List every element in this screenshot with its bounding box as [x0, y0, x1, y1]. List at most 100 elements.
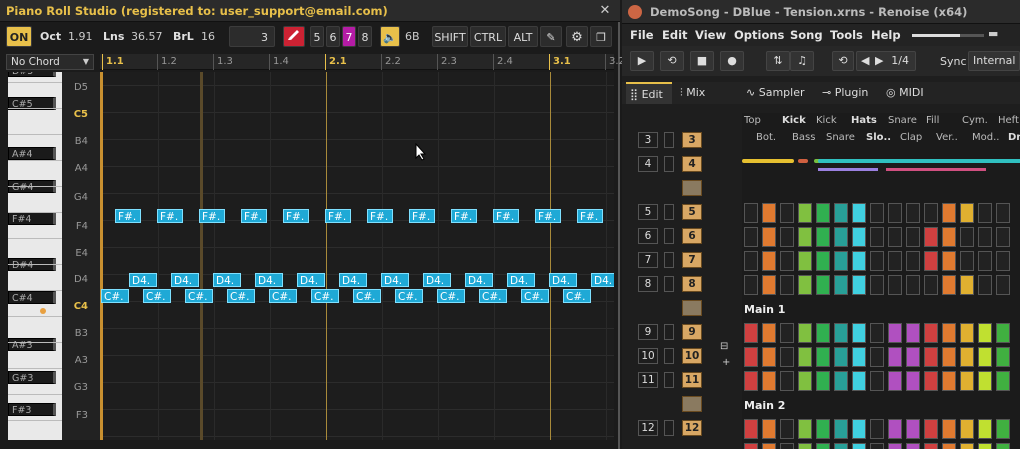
pattern-follow-icon[interactable]: ♫ [790, 51, 814, 71]
pattern-cell[interactable] [960, 275, 974, 295]
piano-keyboard[interactable]: D#5 C#5 A#4 G#4 F#4 D#4 C#4 A#3 G#3 F#3 [8, 72, 62, 440]
pattern-cell[interactable] [978, 347, 992, 367]
pattern-cell[interactable] [942, 203, 956, 223]
pattern-cell[interactable] [870, 347, 884, 367]
pattern-cell[interactable] [762, 227, 776, 247]
note-fsharp4[interactable]: F#. [241, 209, 267, 223]
pattern-mute-box[interactable] [664, 228, 674, 244]
note-csharp4[interactable]: C#. [395, 289, 423, 303]
timeline-ruler[interactable]: 1.11.21.31.42.12.22.32.43.13.23 [100, 54, 650, 70]
pattern-cell[interactable] [798, 371, 812, 391]
brl-value[interactable]: 16 [201, 26, 215, 47]
pattern-cell[interactable] [816, 347, 830, 367]
pattern-cell[interactable] [960, 227, 974, 247]
pattern-pill[interactable] [682, 180, 702, 196]
pattern-cell[interactable] [744, 275, 758, 295]
pattern-cell[interactable] [762, 347, 776, 367]
pattern-cell[interactable] [960, 323, 974, 343]
piano-roll-title-bar[interactable]: Piano Roll Studio (registered to: user_s… [0, 0, 620, 22]
pattern-cell[interactable] [960, 347, 974, 367]
ruler-tick[interactable]: 2.3 [437, 54, 457, 70]
pattern-mute-box[interactable] [664, 252, 674, 268]
tag-icon[interactable]: ✎ [540, 26, 562, 47]
pattern-number[interactable]: 8 [638, 276, 658, 292]
pattern-cell[interactable] [942, 347, 956, 367]
pattern-cell[interactable] [834, 275, 848, 295]
pattern-cell[interactable] [834, 323, 848, 343]
pattern-cell[interactable] [924, 227, 938, 247]
step-field[interactable]: 3 [229, 26, 275, 47]
note-fsharp4[interactable]: F#. [409, 209, 435, 223]
pattern-cell[interactable] [960, 251, 974, 271]
pattern-cell[interactable] [780, 443, 794, 449]
pattern-mute-box[interactable] [664, 156, 674, 172]
ruler-tick[interactable]: 3.1 [549, 54, 571, 70]
note-csharp4[interactable]: C#. [101, 289, 129, 303]
pattern-cell[interactable] [960, 419, 974, 439]
track-header[interactable]: Bass [792, 132, 815, 143]
pattern-mute-box[interactable] [664, 348, 674, 364]
note-fsharp4[interactable]: F#. [535, 209, 561, 223]
pattern-cell[interactable] [816, 203, 830, 223]
note-fsharp4[interactable]: F#. [577, 209, 603, 223]
pattern-mute-box[interactable] [664, 204, 674, 220]
note-d4[interactable]: D4. [381, 273, 409, 287]
pattern-mute-box[interactable] [664, 324, 674, 340]
menu-file[interactable]: File [630, 28, 654, 42]
pattern-cell[interactable] [834, 251, 848, 271]
pattern-cell[interactable] [906, 443, 920, 449]
track-header[interactable]: Slo.. [866, 132, 891, 143]
note-fsharp4[interactable]: F#. [115, 209, 141, 223]
pattern-cell[interactable] [942, 227, 956, 247]
pattern-cell[interactable] [906, 323, 920, 343]
pattern-remove-icon[interactable]: + [722, 357, 730, 368]
pattern-cell[interactable] [978, 371, 992, 391]
black-key[interactable]: C#4 [8, 291, 56, 304]
pattern-cell[interactable] [978, 443, 992, 449]
alt-button[interactable]: ALT [508, 26, 538, 47]
pattern-cell[interactable] [834, 419, 848, 439]
pattern-cell[interactable] [924, 275, 938, 295]
track-header[interactable]: Ver.. [936, 132, 958, 143]
gear-icon[interactable]: ⚙ [566, 26, 588, 47]
pattern-cell[interactable] [780, 203, 794, 223]
pattern-mute-box[interactable] [664, 132, 674, 148]
note-d4[interactable]: D4. [297, 273, 325, 287]
pattern-cell[interactable] [978, 251, 992, 271]
pattern-cell[interactable] [924, 323, 938, 343]
pattern-cell[interactable] [888, 203, 902, 223]
pattern-cell[interactable] [780, 419, 794, 439]
note-grid[interactable]: F#. F#. F#. F#. F#. F#. F#. F#. F#. F#. F#. F#. D4. D… [100, 72, 614, 440]
pattern-cell[interactable] [780, 275, 794, 295]
note-fsharp4[interactable]: F#. [451, 209, 477, 223]
pattern-pill[interactable]: 8 [682, 276, 702, 292]
shift-button[interactable]: SHIFT [432, 26, 468, 47]
note-fsharp4[interactable]: F#. [283, 209, 309, 223]
pattern-cell[interactable] [744, 347, 758, 367]
lns-value[interactable]: 36.57 [131, 26, 163, 47]
pattern-cell[interactable] [996, 251, 1010, 271]
pattern-cell[interactable] [762, 203, 776, 223]
pattern-pill[interactable]: 4 [682, 156, 702, 172]
pattern-cell[interactable] [816, 227, 830, 247]
note-d4[interactable]: D4. [213, 273, 241, 287]
pattern-cell[interactable] [762, 323, 776, 343]
block-loop-icon[interactable]: ⟲ [832, 51, 854, 71]
window-icon[interactable]: ❐ [590, 26, 612, 47]
pattern-number[interactable]: 11 [638, 372, 658, 388]
pattern-cell[interactable] [870, 419, 884, 439]
pattern-cell[interactable] [834, 347, 848, 367]
pattern-cell[interactable] [888, 251, 902, 271]
speaker-icon[interactable]: 🔈 [380, 26, 400, 47]
pattern-cell[interactable] [942, 371, 956, 391]
sync-select[interactable]: Internal [968, 51, 1020, 71]
volume-value[interactable]: 6B [405, 26, 420, 47]
pattern-cell[interactable] [960, 443, 974, 449]
track-header[interactable]: Hats [851, 115, 877, 126]
pencil-icon[interactable] [283, 26, 305, 47]
pattern-pill[interactable]: 7 [682, 252, 702, 268]
pattern-cell[interactable] [924, 347, 938, 367]
pattern-cell[interactable] [816, 323, 830, 343]
pattern-pill[interactable]: 3 [682, 132, 702, 148]
pattern-cell[interactable] [816, 251, 830, 271]
